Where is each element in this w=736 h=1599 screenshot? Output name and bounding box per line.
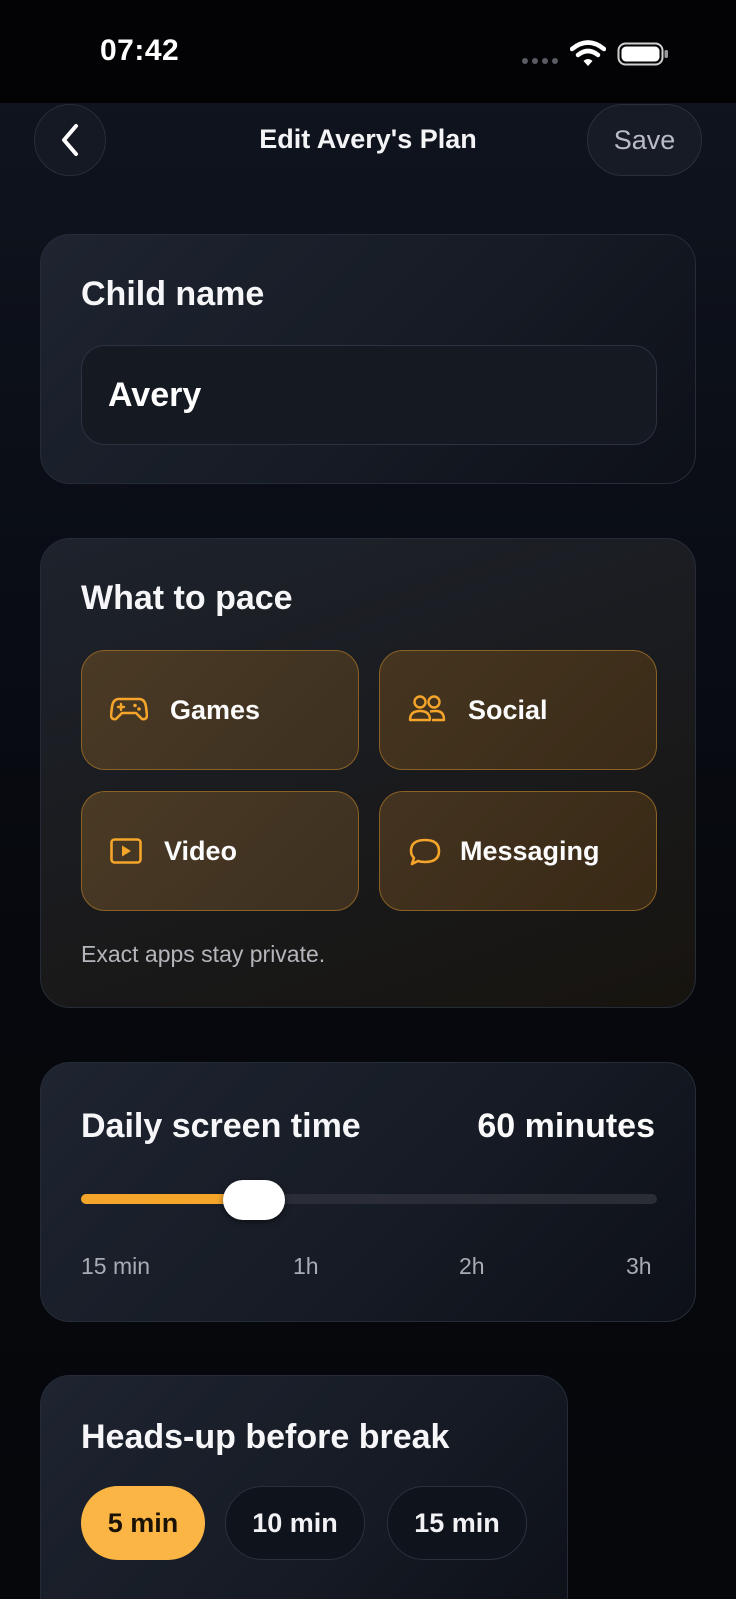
people-icon — [408, 695, 446, 722]
tick-label: 3h — [626, 1253, 652, 1279]
tick-label: 1h — [293, 1253, 319, 1279]
child-name-input[interactable]: Avery — [81, 345, 657, 445]
screen: 07:42 Edit Avery's Plan Save Child name … — [0, 0, 736, 1599]
heads-up-title: Heads-up before break — [81, 1418, 450, 1456]
gamepad-icon — [110, 697, 148, 721]
child-name-card: Child name Avery — [40, 234, 696, 484]
slider-thumb[interactable] — [222, 1180, 285, 1220]
heads-up-option-10[interactable]: 10 min — [225, 1486, 365, 1560]
category-chip-games[interactable]: Games — [81, 650, 359, 770]
screen-time-slider[interactable] — [81, 1194, 657, 1204]
play-icon — [110, 838, 142, 864]
status-bar: 07:42 — [0, 0, 736, 103]
privacy-note: Exact apps stay private. — [81, 941, 326, 967]
heads-up-option-5[interactable]: 5 min — [81, 1486, 205, 1560]
heads-up-card: Heads-up before break 5 min 10 min 15 mi… — [40, 1375, 568, 1599]
save-button[interactable]: Save — [587, 104, 702, 176]
page-title: Edit Avery's Plan — [259, 124, 477, 154]
wifi-icon — [570, 40, 606, 66]
tick-label: 15 min — [81, 1253, 151, 1279]
pace-card: What to pace Games Social Video Messagin… — [40, 538, 696, 1008]
category-chip-social[interactable]: Social — [379, 650, 657, 770]
tick-label: 2h — [459, 1253, 485, 1279]
category-label: Social — [468, 694, 548, 725]
screen-time-value: 60 minutes — [477, 1107, 655, 1145]
chevron-left-icon — [62, 124, 78, 156]
battery-icon — [617, 42, 668, 66]
category-chip-video[interactable]: Video — [81, 791, 359, 911]
category-label: Games — [170, 694, 261, 725]
back-button[interactable] — [34, 104, 106, 176]
heads-up-option-15[interactable]: 15 min — [387, 1486, 527, 1560]
child-name-title: Child name — [81, 275, 265, 313]
category-label: Video — [164, 835, 238, 866]
status-time: 07:42 — [100, 34, 180, 67]
screen-time-title: Daily screen time — [81, 1107, 361, 1145]
category-chip-messaging[interactable]: Messaging — [379, 791, 657, 911]
category-label: Messaging — [460, 835, 600, 866]
screen-time-card: Daily screen time 60 minutes 15 min 1h 2… — [40, 1062, 696, 1322]
signal-icon — [522, 58, 558, 64]
pace-title: What to pace — [81, 579, 293, 617]
chat-bubble-icon — [409, 838, 441, 866]
child-name-value: Avery — [108, 375, 202, 414]
